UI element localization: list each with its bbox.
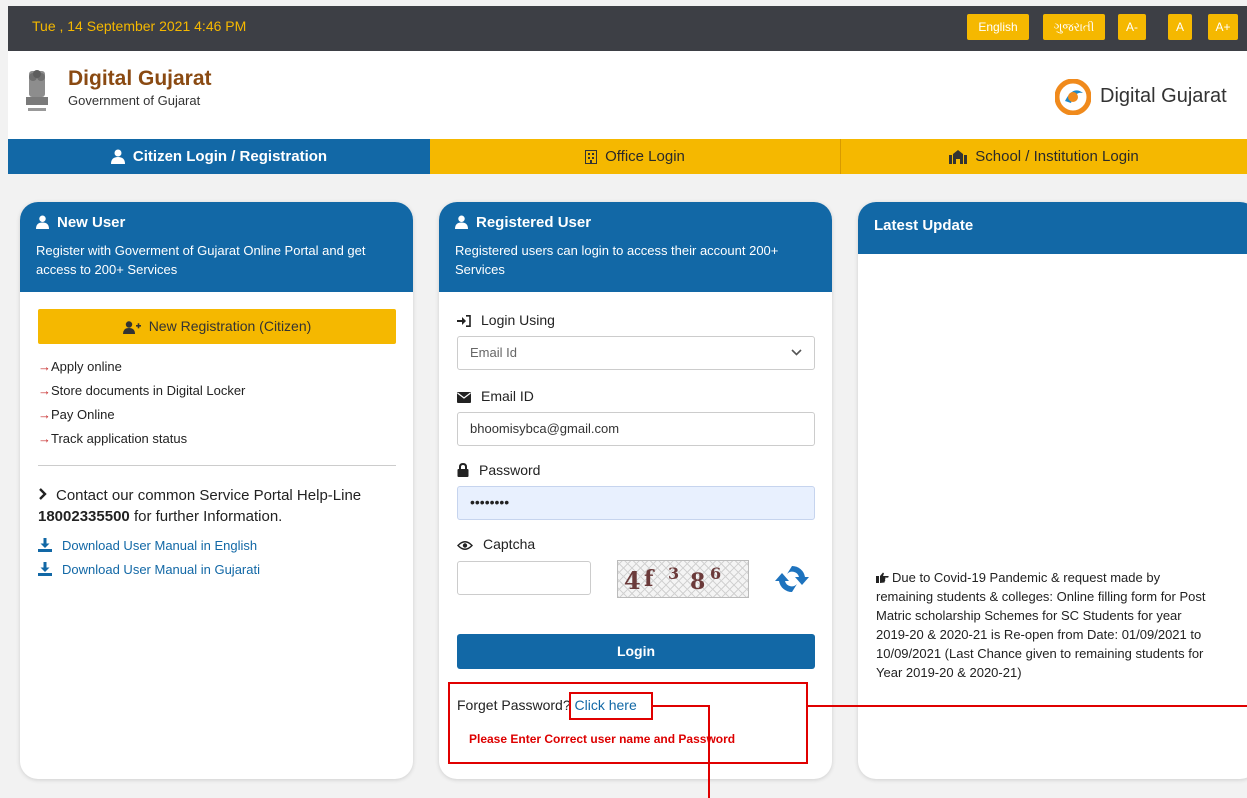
registered-user-description: Registered users can login to access the… <box>455 243 779 277</box>
arrow-right-icon: → <box>38 431 51 446</box>
new-user-description: Register with Goverment of Gujarat Onlin… <box>36 243 366 277</box>
latest-update-title: Latest Update <box>874 217 974 234</box>
captcha-char: f <box>644 566 654 592</box>
feature-text: Track application status <box>51 431 188 446</box>
arrow-right-icon: → <box>38 359 51 374</box>
eye-icon <box>457 541 473 550</box>
user-icon <box>36 215 49 229</box>
chevron-down-icon <box>791 349 802 356</box>
digital-gujarat-logo-text: Digital Gujarat <box>1100 85 1227 107</box>
new-user-card: New User Register with Goverment of Guja… <box>20 202 413 779</box>
arrow-right-icon: → <box>38 407 51 422</box>
download-icon <box>38 562 52 576</box>
helpline-info: Contact our common Service Portal Help-L… <box>38 485 398 527</box>
envelope-icon <box>457 392 471 403</box>
user-icon <box>455 215 468 229</box>
annotation-line <box>808 705 1247 707</box>
top-bar: Tue , 14 September 2021 4:46 PM English … <box>8 6 1247 51</box>
registered-user-card-header: Registered User Registered users can log… <box>439 202 832 292</box>
new-user-title: New User <box>36 214 125 231</box>
annotation-line <box>653 705 710 707</box>
building-icon <box>585 150 598 164</box>
captcha-char: 3 <box>668 564 680 583</box>
font-increase-button[interactable]: A+ <box>1208 14 1238 40</box>
site-header: Digital Gujarat Government of Gujarat Di… <box>8 51 1247 139</box>
password-label-text: Password <box>479 462 541 478</box>
site-title: Digital Gujarat <box>68 67 212 90</box>
new-user-title-text: New User <box>57 214 126 231</box>
tab-citizen-login[interactable]: Citizen Login / Registration <box>8 139 430 174</box>
captcha-image: 4 f 3 8 6 <box>617 560 749 598</box>
user-icon <box>110 149 125 164</box>
new-user-card-header: New User Register with Goverment of Guja… <box>20 202 413 292</box>
captcha-char: 8 <box>690 569 706 595</box>
font-normal-button[interactable]: A <box>1168 14 1192 40</box>
captcha-label-text: Captcha <box>483 536 536 552</box>
feature-text: Store documents in Digital Locker <box>51 383 246 398</box>
annotation-line <box>708 705 710 798</box>
chevron-right-icon <box>39 488 47 500</box>
latest-update-card: Latest Update Due to Covid-19 Pandemic &… <box>858 202 1247 779</box>
add-user-icon <box>122 321 141 334</box>
section-divider <box>38 465 396 466</box>
password-label: Password <box>457 462 540 478</box>
lang-gujarati-button[interactable]: ગુજરાતી <box>1043 14 1105 40</box>
download-english-label: Download User Manual in English <box>62 538 258 553</box>
password-field[interactable]: •••••••• <box>457 486 815 520</box>
latest-update-text: Due to Covid-19 Pandemic & request made … <box>876 570 1206 680</box>
helpline-number: 18002335500 <box>38 508 130 525</box>
tab-office-label: Office Login <box>605 148 685 165</box>
login-using-label: Login Using <box>457 312 555 328</box>
feature-item: →Track application status <box>38 431 187 446</box>
annotation-link-box <box>569 692 653 720</box>
arrow-right-icon: → <box>38 383 51 398</box>
lock-icon <box>457 462 469 477</box>
download-gujarati-label: Download User Manual in Gujarati <box>62 562 260 577</box>
download-icon <box>38 538 52 552</box>
login-button[interactable]: Login <box>457 634 815 669</box>
email-label-text: Email ID <box>481 388 534 404</box>
feature-item: →Store documents in Digital Locker <box>38 383 245 398</box>
email-field[interactable]: bhoomisybca@gmail.com <box>457 412 815 446</box>
tab-office-login[interactable]: Office Login <box>430 139 840 174</box>
institution-icon <box>949 150 968 164</box>
site-subtitle: Government of Gujarat <box>68 93 201 108</box>
state-emblem-icon <box>26 70 48 111</box>
helpline-suffix: for further Information. <box>133 508 283 525</box>
login-using-value: Email Id <box>470 345 517 360</box>
download-manual-english-link[interactable]: Download User Manual in English <box>38 538 257 553</box>
login-using-label-text: Login Using <box>481 312 555 328</box>
latest-update-message: Due to Covid-19 Pandemic & request made … <box>876 568 1216 682</box>
sign-in-icon <box>457 315 471 327</box>
feature-item: →Apply online <box>38 359 122 374</box>
refresh-captcha-icon[interactable] <box>775 562 809 596</box>
email-label: Email ID <box>457 388 534 404</box>
feature-item: →Pay Online <box>38 407 115 422</box>
digital-gujarat-logo-icon <box>1055 79 1091 115</box>
download-manual-gujarati-link[interactable]: Download User Manual in Gujarati <box>38 562 260 577</box>
latest-update-header: Latest Update <box>858 202 1247 254</box>
registered-user-title-text: Registered User <box>476 214 592 231</box>
login-type-nav: Citizen Login / Registration Office Logi… <box>8 139 1247 174</box>
tab-citizen-label: Citizen Login / Registration <box>132 148 328 165</box>
registered-user-title: Registered User <box>455 214 591 231</box>
captcha-input[interactable] <box>457 561 591 595</box>
captcha-char: 4 <box>624 566 641 595</box>
font-decrease-button[interactable]: A- <box>1118 14 1146 40</box>
new-registration-label: New Registration (Citizen) <box>148 318 312 334</box>
datetime-display: Tue , 14 September 2021 4:46 PM <box>32 18 247 34</box>
tab-school-label: School / Institution Login <box>975 148 1139 165</box>
lang-english-button[interactable]: English <box>967 14 1029 40</box>
tab-school-login[interactable]: School / Institution Login <box>841 139 1247 174</box>
feature-text: Pay Online <box>51 407 115 422</box>
captcha-label: Captcha <box>457 536 535 552</box>
login-using-select[interactable]: Email Id <box>457 336 815 370</box>
captcha-char: 6 <box>710 564 722 583</box>
new-registration-button[interactable]: New Registration (Citizen) <box>38 309 396 344</box>
helpline-prefix: Contact our common Service Portal Help-L… <box>56 487 362 504</box>
feature-text: Apply online <box>51 359 122 374</box>
hand-pointing-right-icon <box>876 572 889 583</box>
